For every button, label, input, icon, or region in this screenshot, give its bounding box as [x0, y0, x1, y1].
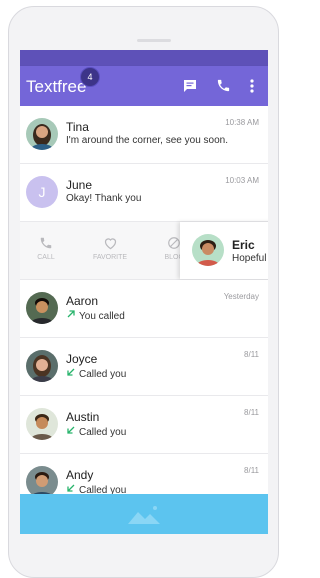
message-preview: Hopeful [232, 253, 267, 264]
timestamp: 8/11 [244, 466, 259, 475]
message-preview: Okay! Thank you [66, 193, 142, 204]
incoming-call-icon [67, 426, 75, 434]
timestamp: 8/11 [244, 350, 259, 359]
call-status: Called you [66, 367, 126, 380]
message-preview: I'm around the corner, see you soon. [66, 135, 229, 146]
heart-icon [104, 238, 116, 250]
contact-name: June [66, 178, 93, 192]
outgoing-call-icon [67, 310, 75, 318]
timestamp: 8/11 [244, 408, 259, 417]
phone-speaker [137, 39, 171, 42]
timestamp: Yesterday [223, 292, 259, 301]
call-action[interactable]: CALL [26, 236, 66, 261]
app-title: Textfree [26, 77, 87, 96]
avatar: J [26, 176, 58, 208]
status-bar [20, 50, 268, 66]
contact-name: Joyce [66, 352, 98, 366]
favorite-action[interactable]: FAVORITE [90, 236, 130, 261]
message-icon[interactable] [182, 78, 198, 99]
avatar [192, 234, 224, 266]
app-screen: Textfree 4 Tina I'm around the corner, s… [20, 50, 268, 534]
call-row[interactable]: Austin Called you 8/11 [20, 396, 268, 454]
call-action-label: CALL [37, 254, 55, 261]
conversation-row[interactable]: J June Okay! Thank you 10:03 AM [20, 164, 268, 222]
phone-icon[interactable] [216, 78, 231, 98]
call-status-text: Called you [79, 369, 127, 380]
unread-badge: 4 [80, 67, 100, 87]
favorite-action-label: FAVORITE [92, 254, 128, 261]
image-icon[interactable] [128, 504, 160, 529]
contact-name: Eric [232, 238, 255, 252]
contact-name: Tina [66, 120, 89, 134]
avatar [26, 292, 58, 324]
call-status-text: Called you [79, 427, 127, 438]
block-icon [168, 237, 180, 249]
avatar-letter: J [38, 184, 46, 200]
more-vert-icon[interactable] [249, 78, 255, 99]
contact-name: Austin [66, 410, 100, 424]
bottom-bar [20, 494, 268, 534]
conversation-row[interactable]: Tina I'm around the corner, see you soon… [20, 106, 268, 164]
incoming-call-icon [67, 484, 75, 492]
swipe-actions-row: CALL FAVORITE BLOC Eric Hopeful [20, 222, 268, 280]
call-row[interactable]: Joyce Called you 8/11 [20, 338, 268, 396]
avatar [26, 118, 58, 150]
call-status: Called you [66, 425, 126, 438]
call-status: You called [66, 309, 125, 322]
timestamp: 10:38 AM [225, 118, 259, 127]
avatar [26, 408, 58, 440]
app-bar: Textfree 4 [20, 66, 268, 106]
contact-name: Andy [66, 468, 94, 482]
phone-icon [40, 237, 52, 249]
incoming-call-icon [67, 368, 75, 376]
call-row[interactable]: Aaron You called Yesterday [20, 280, 268, 338]
timestamp: 10:03 AM [225, 176, 259, 185]
contact-name: Aaron [66, 294, 99, 308]
swiped-conversation[interactable]: Eric Hopeful [180, 222, 268, 279]
avatar [26, 350, 58, 382]
call-status-text: You called [79, 311, 125, 322]
